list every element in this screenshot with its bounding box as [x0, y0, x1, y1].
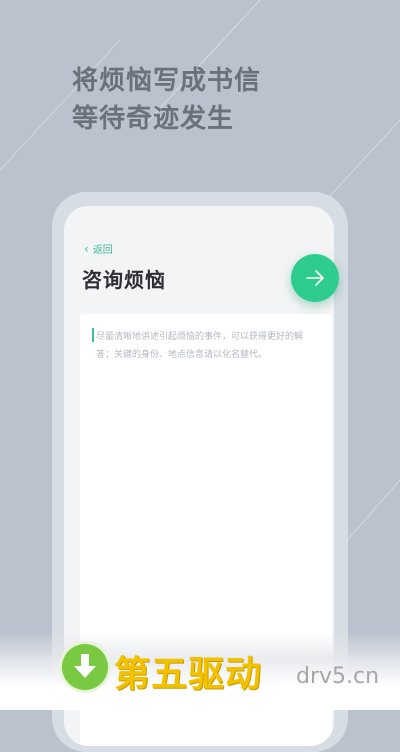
message-placeholder: 尽量清晰地讲述引起烦恼的事件，可以获得更好的解答；关键的身份、地点信息请以化名替…	[96, 332, 304, 360]
download-arrow-icon	[62, 644, 108, 690]
next-button[interactable]	[291, 254, 339, 302]
watermark-text: 第五驱动	[114, 654, 263, 695]
headline-line-2: 等待奇迹发生	[72, 104, 235, 134]
arrow-right-icon	[306, 270, 324, 286]
chevron-left-icon: ‹	[84, 241, 89, 256]
back-button[interactable]: ‹ 返回	[84, 241, 113, 257]
headline-line-1: 将烦恼写成书信	[72, 66, 262, 96]
back-label: 返回	[92, 245, 113, 256]
promo-headline: 将烦恼写成书信 等待奇迹发生	[72, 62, 261, 138]
page-title: 咨询烦恼	[82, 268, 166, 292]
watermark-domain: drv5.cn	[296, 664, 380, 689]
text-cursor	[92, 328, 94, 342]
